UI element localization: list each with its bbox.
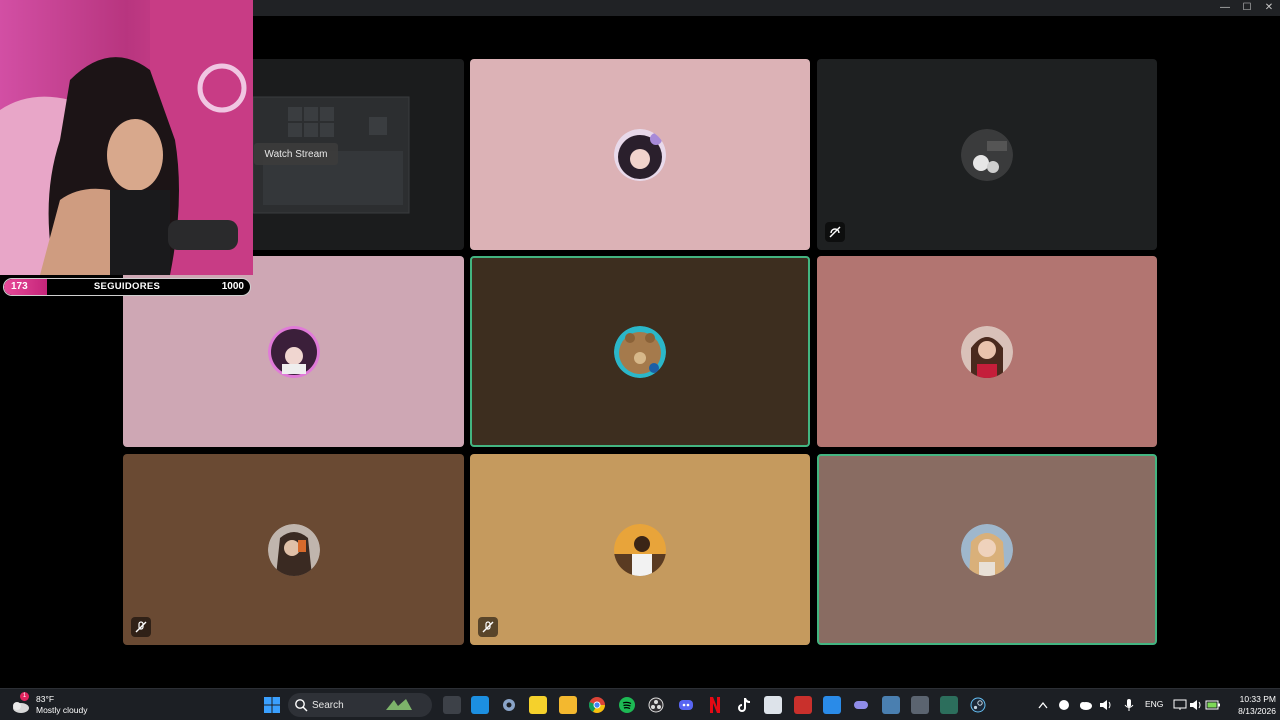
microphone-icon[interactable]: [1120, 696, 1138, 714]
taskbar-search[interactable]: Search: [288, 693, 432, 717]
file-explorer-icon[interactable]: [559, 696, 577, 714]
avatar-user-5: [961, 325, 1013, 378]
weather-alert-badge: 1: [20, 692, 29, 701]
avatar-user-3: [267, 325, 320, 378]
watch-stream-button[interactable]: Watch Stream: [254, 143, 338, 165]
follower-goal-label: SEGUIDORES: [93, 281, 161, 292]
participant-tile[interactable]: [817, 454, 1157, 645]
participant-tile[interactable]: [470, 59, 810, 250]
avatar-user-2: [961, 128, 1013, 181]
participant-tile[interactable]: [123, 454, 464, 645]
netflix-icon[interactable]: [706, 696, 724, 714]
gamepad-icon[interactable]: [852, 696, 870, 714]
steam-icon[interactable]: [969, 696, 987, 714]
app-icon-2[interactable]: [794, 696, 812, 714]
muted-mic-icon: [478, 617, 498, 637]
clock-date: 8/13/2026: [1238, 706, 1276, 716]
avatar-user-1: [614, 128, 666, 181]
app-icon-3[interactable]: [882, 696, 900, 714]
task-view-icon[interactable]: [443, 696, 461, 714]
tiktok-icon[interactable]: [735, 696, 753, 714]
search-placeholder: Search: [312, 699, 344, 711]
spotify-icon[interactable]: [618, 696, 636, 714]
widgets-icon[interactable]: [471, 696, 489, 714]
obs-icon[interactable]: [647, 696, 665, 714]
tray-app-icon[interactable]: [1055, 696, 1073, 714]
weather-condition: Mostly cloudy: [36, 705, 88, 715]
avatar-user-8: [961, 523, 1013, 576]
follower-goal-target: 1000: [221, 281, 244, 292]
participant-tile[interactable]: [817, 256, 1157, 447]
windows-taskbar: 1 83°F Mostly cloudy Search ENG 10:33 PM…: [0, 688, 1280, 720]
onedrive-icon[interactable]: [1076, 696, 1094, 714]
volume-icon[interactable]: [1187, 696, 1205, 714]
windows-start-icon[interactable]: [263, 696, 281, 714]
participant-tile[interactable]: [817, 59, 1157, 250]
deafened-icon: [825, 222, 845, 242]
avatar-user-6: [267, 523, 320, 576]
discord-icon[interactable]: [677, 696, 695, 714]
follower-goal-bar: 173 SEGUIDORES 1000: [3, 278, 251, 296]
webcam-overlay: [0, 0, 253, 275]
system-clock[interactable]: 10:33 PM 8/13/2026: [1224, 693, 1276, 717]
avatar-user-7: [614, 523, 666, 576]
participant-tile[interactable]: [470, 454, 810, 645]
input-language[interactable]: ENG: [1145, 699, 1163, 709]
battery-icon[interactable]: [1204, 696, 1222, 714]
search-icon: [295, 699, 308, 712]
photos-icon[interactable]: [823, 696, 841, 714]
app-icon-1[interactable]: [764, 696, 782, 714]
participant-tile[interactable]: [470, 256, 810, 447]
speaker-icon[interactable]: [1097, 696, 1115, 714]
calculator-icon[interactable]: [911, 696, 929, 714]
clock-time: 10:33 PM: [1239, 694, 1276, 704]
chrome-icon[interactable]: [588, 696, 606, 714]
avatar-user-4: [614, 325, 666, 378]
sticky-notes-icon[interactable]: [529, 696, 547, 714]
settings-icon[interactable]: [500, 696, 518, 714]
weather-widget[interactable]: 1 83°F Mostly cloudy: [10, 692, 88, 718]
search-highlight-icon: [385, 699, 412, 710]
weather-temperature: 83°F: [36, 694, 55, 704]
chevron-up-icon[interactable]: [1034, 696, 1052, 714]
muted-mic-icon: [131, 617, 151, 637]
app-icon-4[interactable]: [940, 696, 958, 714]
